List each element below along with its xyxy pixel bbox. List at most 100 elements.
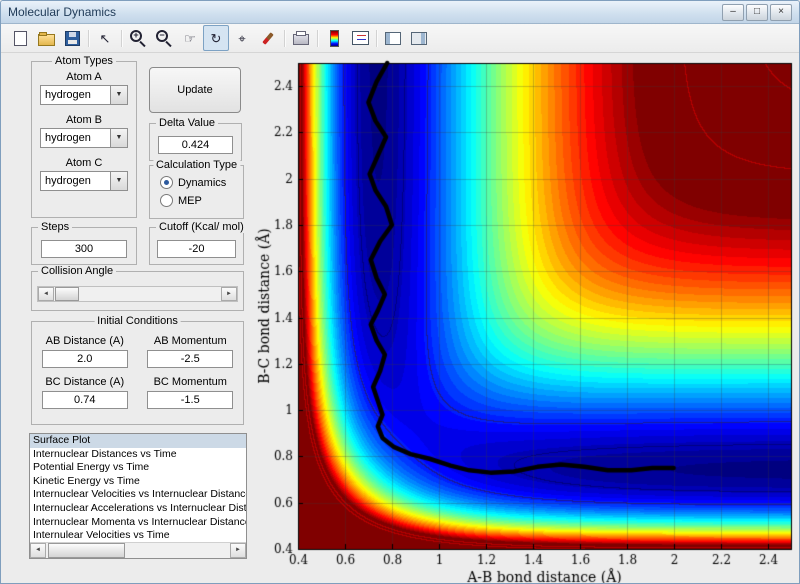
open-file-button[interactable] xyxy=(33,25,59,51)
toolbar-separator xyxy=(317,29,318,47)
save-icon xyxy=(64,30,80,46)
steps-title: Steps xyxy=(38,221,73,233)
new-file-icon xyxy=(13,30,27,46)
print-button[interactable] xyxy=(288,25,314,51)
list-item[interactable]: Internuclear Velocities vs Internuclear … xyxy=(30,488,246,502)
pan-button[interactable]: ☞ xyxy=(177,25,203,51)
print-icon xyxy=(293,31,309,45)
insert-colorbar-button[interactable] xyxy=(321,25,347,51)
scrollbar-thumb[interactable] xyxy=(48,543,126,558)
ab-momentum-label: AB Momentum xyxy=(153,335,227,347)
list-item[interactable]: Potential Energy vs Time xyxy=(30,461,246,475)
minimize-icon: – xyxy=(730,5,736,17)
delta-value-panel: Delta Value xyxy=(149,117,242,161)
delta-value-field[interactable] xyxy=(158,136,233,154)
scrollbar-track[interactable] xyxy=(46,543,230,558)
insert-legend-button[interactable] xyxy=(347,25,373,51)
listbox-hscrollbar[interactable]: ◄ ► xyxy=(30,542,246,558)
window-controls: – □ × xyxy=(722,3,792,21)
radio-dot xyxy=(164,198,169,203)
delta-value-title: Delta Value xyxy=(156,117,219,129)
atom-c-dropdown[interactable]: hydrogen ▼ xyxy=(40,171,128,191)
data-cursor-button[interactable]: ⌖ xyxy=(229,25,255,51)
bc-momentum-field[interactable] xyxy=(147,391,234,409)
scroll-right-arrow[interactable]: ► xyxy=(230,543,246,558)
plot-type-listbox[interactable]: Surface Plot Internuclear Distances vs T… xyxy=(29,433,247,559)
close-icon: × xyxy=(778,5,784,17)
collision-angle-slider[interactable]: ◄ ► xyxy=(37,286,238,302)
slider-thumb[interactable] xyxy=(55,287,79,301)
radio-unselected-icon xyxy=(160,194,173,207)
atom-c-label: Atom C xyxy=(65,157,103,169)
ab-distance-label: AB Distance (A) xyxy=(45,335,124,347)
data-cursor-icon: ⌖ xyxy=(238,30,246,46)
initial-conditions-grid: AB Distance (A) AB Momentum BC Distance … xyxy=(32,335,243,409)
pointer-button[interactable]: ↖ xyxy=(92,25,118,51)
list-item[interactable]: Internulear Velocities vs Time xyxy=(30,529,246,543)
radio-dynamics-label: Dynamics xyxy=(178,176,227,189)
toolbar-separator xyxy=(376,29,377,47)
ab-momentum-field[interactable] xyxy=(147,350,234,368)
maximize-icon: □ xyxy=(753,5,761,17)
surface-plot-canvas[interactable] xyxy=(251,53,799,583)
steps-field[interactable] xyxy=(41,240,127,258)
toolbar-separator xyxy=(88,29,89,47)
main-content: Atom Types Atom A hydrogen ▼ Atom B hydr… xyxy=(1,53,799,583)
dropdown-arrow-icon[interactable]: ▼ xyxy=(110,86,127,104)
atom-b-dropdown[interactable]: hydrogen ▼ xyxy=(40,128,128,148)
atom-c-value: hydrogen xyxy=(45,175,91,187)
hide-plot-tools-button[interactable] xyxy=(380,25,406,51)
colorbar-icon xyxy=(329,29,339,47)
ab-distance-field[interactable] xyxy=(41,350,128,368)
save-button[interactable] xyxy=(59,25,85,51)
radio-dynamics[interactable]: Dynamics xyxy=(160,176,243,189)
radio-mep-label: MEP xyxy=(178,194,202,207)
new-file-button[interactable] xyxy=(7,25,33,51)
atom-types-panel: Atom Types Atom A hydrogen ▼ Atom B hydr… xyxy=(31,55,137,218)
atom-types-title: Atom Types xyxy=(52,55,116,67)
brush-button[interactable] xyxy=(255,25,281,51)
brush-icon xyxy=(262,31,274,45)
scroll-left-arrow[interactable]: ◄ xyxy=(30,543,46,558)
minimize-button[interactable]: – xyxy=(722,3,744,21)
list-item[interactable]: Kinetic Energy vs Time xyxy=(30,475,246,489)
window-title: Molecular Dynamics xyxy=(8,5,117,19)
collision-angle-title: Collision Angle xyxy=(38,265,117,277)
rotate-3d-icon: ↻ xyxy=(210,30,222,46)
atom-a-dropdown[interactable]: hydrogen ▼ xyxy=(40,85,128,105)
list-item[interactable]: Internuclear Accelerations vs Internucle… xyxy=(30,502,246,516)
slider-right-arrow[interactable]: ► xyxy=(221,287,237,301)
hide-plot-tools-icon xyxy=(385,31,401,45)
show-plot-tools-button[interactable] xyxy=(406,25,432,51)
maximize-button[interactable]: □ xyxy=(746,3,768,21)
atom-b-label: Atom B xyxy=(65,114,103,126)
open-file-icon xyxy=(37,31,55,46)
toolbar: ↖ + − ☞ ↻ ⌖ xyxy=(1,24,799,53)
calculation-type-panel: Calculation Type Dynamics MEP xyxy=(149,159,244,219)
rotate-3d-button[interactable]: ↻ xyxy=(203,25,229,51)
bc-momentum-label: BC Momentum xyxy=(153,376,227,388)
zoom-in-icon: + xyxy=(130,30,142,42)
slider-left-arrow[interactable]: ◄ xyxy=(38,287,54,301)
initial-conditions-title: Initial Conditions xyxy=(94,315,181,327)
pointer-icon: ↖ xyxy=(99,30,111,46)
titlebar[interactable]: Molecular Dynamics – □ × xyxy=(1,1,799,24)
zoom-out-button[interactable]: − xyxy=(151,25,177,51)
atom-b-value: hydrogen xyxy=(45,132,91,144)
list-item[interactable]: Internuclear Distances vs Time xyxy=(30,448,246,462)
collision-angle-panel: Collision Angle ◄ ► xyxy=(31,265,244,311)
bc-distance-field[interactable] xyxy=(41,391,128,409)
calculation-type-title: Calculation Type xyxy=(152,159,241,171)
radio-mep[interactable]: MEP xyxy=(160,194,243,207)
cutoff-field[interactable] xyxy=(157,240,236,258)
dropdown-arrow-icon[interactable]: ▼ xyxy=(110,172,127,190)
zoom-in-button[interactable]: + xyxy=(125,25,151,51)
list-item[interactable]: Internuclear Momenta vs Internuclear Dis… xyxy=(30,516,246,530)
close-button[interactable]: × xyxy=(770,3,792,21)
dropdown-arrow-icon[interactable]: ▼ xyxy=(110,129,127,147)
radio-dot xyxy=(164,180,169,185)
update-button[interactable]: Update xyxy=(149,67,241,113)
slider-track[interactable] xyxy=(54,287,221,301)
list-item[interactable]: Surface Plot xyxy=(30,434,246,448)
cutoff-panel: Cutoff (Kcal/ mol) xyxy=(149,221,247,265)
